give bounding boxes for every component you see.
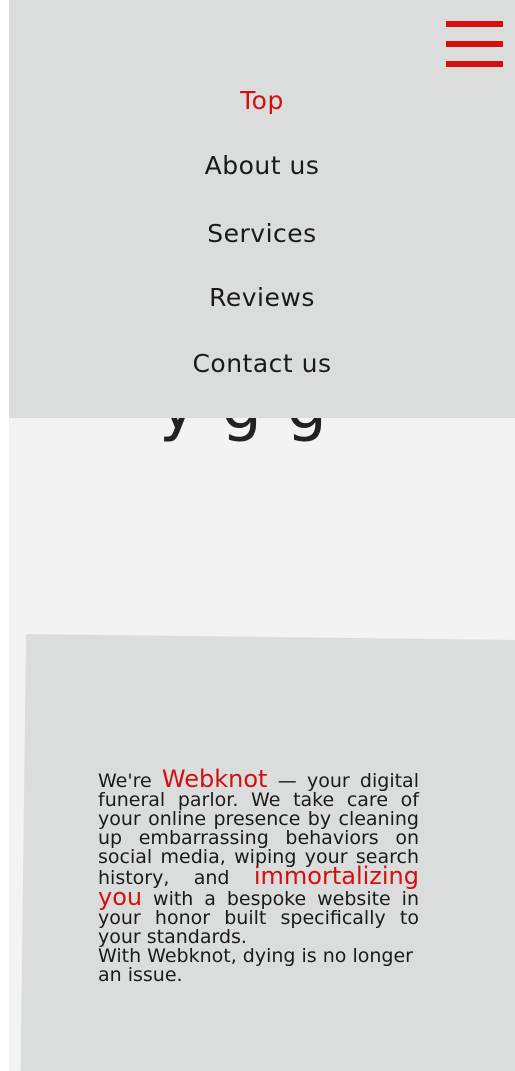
menu-bar [446,41,503,47]
menu-bar [446,61,503,67]
hamburger-menu-icon[interactable] [446,20,503,68]
nav-item-reviews[interactable]: Reviews [9,283,515,312]
intro-text: We're Webknot — your digital funeral par… [98,767,419,986]
navigation-menu: Top About us Services Reviews Contact us [9,0,515,418]
nav-item-about-us[interactable]: About us [9,151,515,180]
intro-closing: With Webknot, dying is no longer an issu… [98,945,413,986]
nav-item-services[interactable]: Services [9,219,515,248]
nav-item-top[interactable]: Top [9,86,515,115]
menu-bar [446,21,503,27]
nav-item-contact-us[interactable]: Contact us [9,349,515,378]
intro-part2: with a bespoke website in your honor bui… [98,888,419,948]
